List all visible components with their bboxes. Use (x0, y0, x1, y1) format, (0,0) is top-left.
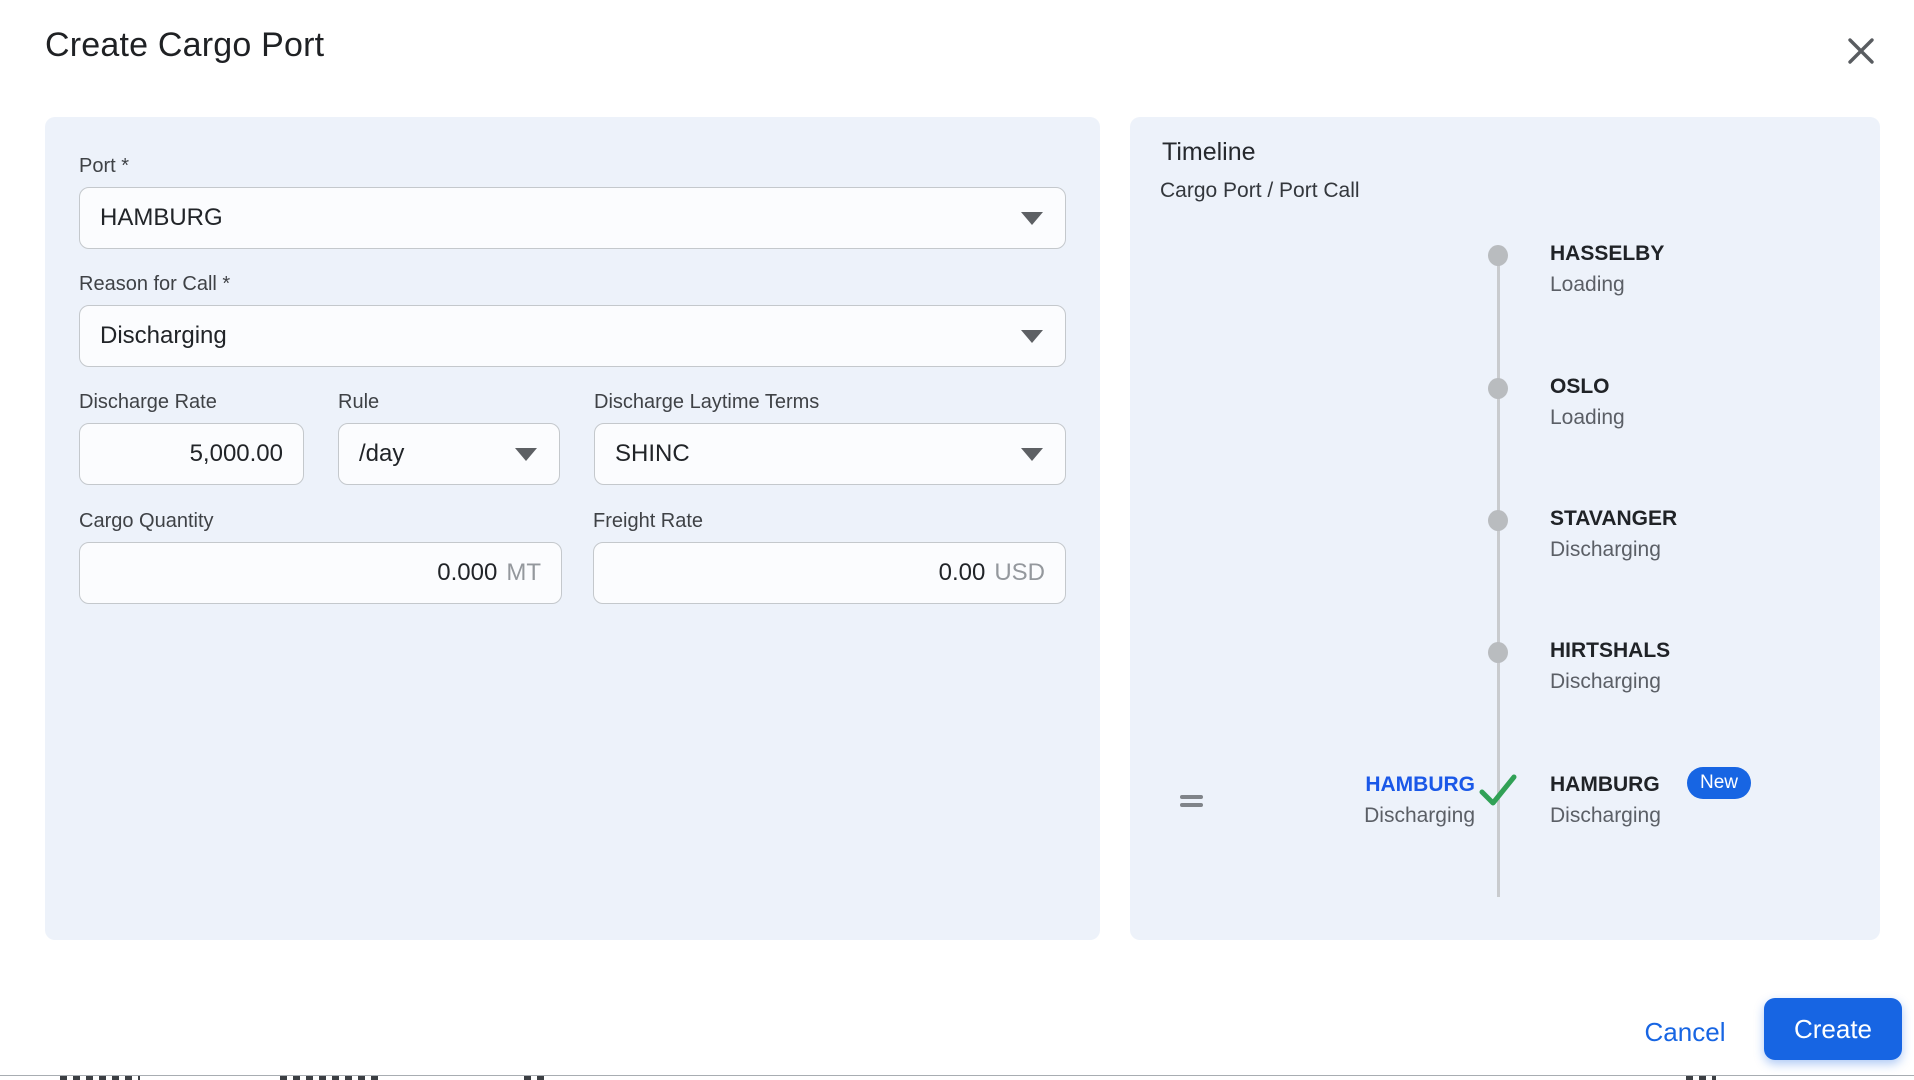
new-cargo-port-name: HAMBURG (1365, 773, 1475, 796)
cargo-quantity-label: Cargo Quantity (79, 510, 214, 532)
freight-rate-unit: USD (994, 559, 1045, 586)
discharge-laytime-terms-select[interactable]: SHINC (594, 423, 1066, 485)
timeline-port-name: OSLO (1550, 375, 1610, 398)
rule-select-value: /day (359, 440, 405, 467)
timeline-dot (1488, 642, 1508, 663)
timeline-port-name: STAVANGER (1550, 507, 1678, 530)
close-icon (1848, 38, 1874, 64)
create-button[interactable]: Create (1764, 998, 1902, 1060)
clipped-text-fragment (60, 1076, 140, 1080)
new-cargo-port-status: Discharging (1364, 804, 1475, 827)
cargo-quantity-input[interactable]: 0.000 MT (79, 542, 562, 604)
discharge-laytime-terms-value: SHINC (615, 440, 690, 467)
chevron-down-icon (1021, 212, 1043, 225)
cargo-quantity-value: 0.000 (437, 559, 498, 586)
cargo-port-form-panel: Port * HAMBURG Reason for Call * Dischar… (45, 117, 1100, 940)
timeline-port-status: Loading (1550, 273, 1625, 296)
timeline-subtitle: Cargo Port / Port Call (1160, 179, 1360, 202)
discharge-laytime-terms-label: Discharge Laytime Terms (594, 391, 820, 413)
drag-handle-icon (1180, 795, 1203, 799)
freight-rate-input[interactable]: 0.00 USD (593, 542, 1066, 604)
cargo-quantity-unit: MT (506, 559, 541, 586)
freight-rate-label: Freight Rate (593, 510, 704, 532)
drag-handle-icon (1180, 803, 1203, 807)
timeline-dot (1488, 378, 1508, 399)
new-cargo-port-entry: HAMBURG Discharging (1364, 772, 1475, 829)
rate-rule-laytime-row: Discharge Rate 5,000.00 Rule /day Discha… (79, 391, 1066, 485)
page-title: Create Cargo Port (45, 26, 325, 64)
clipped-page-edge (0, 1075, 1914, 1080)
create-cargo-port-dialog: Create Cargo Port Port * HAMBURG Reason … (0, 0, 1914, 1080)
checkmark-icon (1476, 770, 1520, 815)
quantity-freight-row: Cargo Quantity 0.000 MT Freight Rate 0.0… (79, 510, 1066, 604)
discharge-rate-label: Discharge Rate (79, 391, 217, 413)
chevron-down-icon (1021, 448, 1043, 461)
port-select-value: HAMBURG (100, 204, 223, 231)
port-select[interactable]: HAMBURG (79, 187, 1066, 249)
timeline-entry: HASSELBY Loading (1550, 241, 1664, 298)
timeline-dot (1488, 245, 1508, 266)
port-label: Port * (79, 155, 130, 177)
reason-for-call-select[interactable]: Discharging (79, 305, 1066, 367)
cancel-button[interactable]: Cancel (1615, 1012, 1755, 1052)
new-port-call-status: Discharging (1550, 804, 1661, 827)
chevron-down-icon (515, 448, 537, 461)
close-button[interactable] (1838, 28, 1884, 74)
drag-handle[interactable] (1180, 789, 1210, 813)
timeline-port-status: Loading (1550, 406, 1625, 429)
timeline-entry: STAVANGER Discharging (1550, 506, 1677, 563)
timeline-port-status: Discharging (1550, 538, 1661, 561)
timeline-entry: HIRTSHALS Discharging (1550, 638, 1670, 695)
clipped-text-fragment (280, 1076, 378, 1080)
timeline-entry: OSLO Loading (1550, 374, 1625, 431)
reason-for-call-value: Discharging (100, 322, 227, 349)
clipped-text-fragment (1686, 1076, 1716, 1080)
discharge-rate-input[interactable]: 5,000.00 (79, 423, 304, 485)
timeline-port-name: HIRTSHALS (1550, 639, 1671, 662)
new-badge: New (1687, 767, 1752, 799)
rule-label: Rule (338, 391, 380, 413)
discharge-rate-value: 5,000.00 (189, 440, 283, 467)
timeline-port-name: HASSELBY (1550, 242, 1665, 265)
new-port-call-entry: HAMBURG Discharging (1550, 772, 1661, 829)
chevron-down-icon (1021, 330, 1043, 343)
rule-select[interactable]: /day (338, 423, 560, 485)
timeline-port-status: Discharging (1550, 670, 1661, 693)
reason-for-call-label: Reason for Call * (79, 273, 231, 295)
clipped-text-fragment (524, 1076, 550, 1080)
new-port-call-name: HAMBURG (1550, 773, 1660, 796)
timeline-panel: Timeline Cargo Port / Port Call HASSELBY… (1130, 117, 1880, 940)
timeline-dot (1488, 510, 1508, 531)
timeline-title: Timeline (1162, 138, 1256, 166)
freight-rate-value: 0.00 (938, 559, 986, 586)
